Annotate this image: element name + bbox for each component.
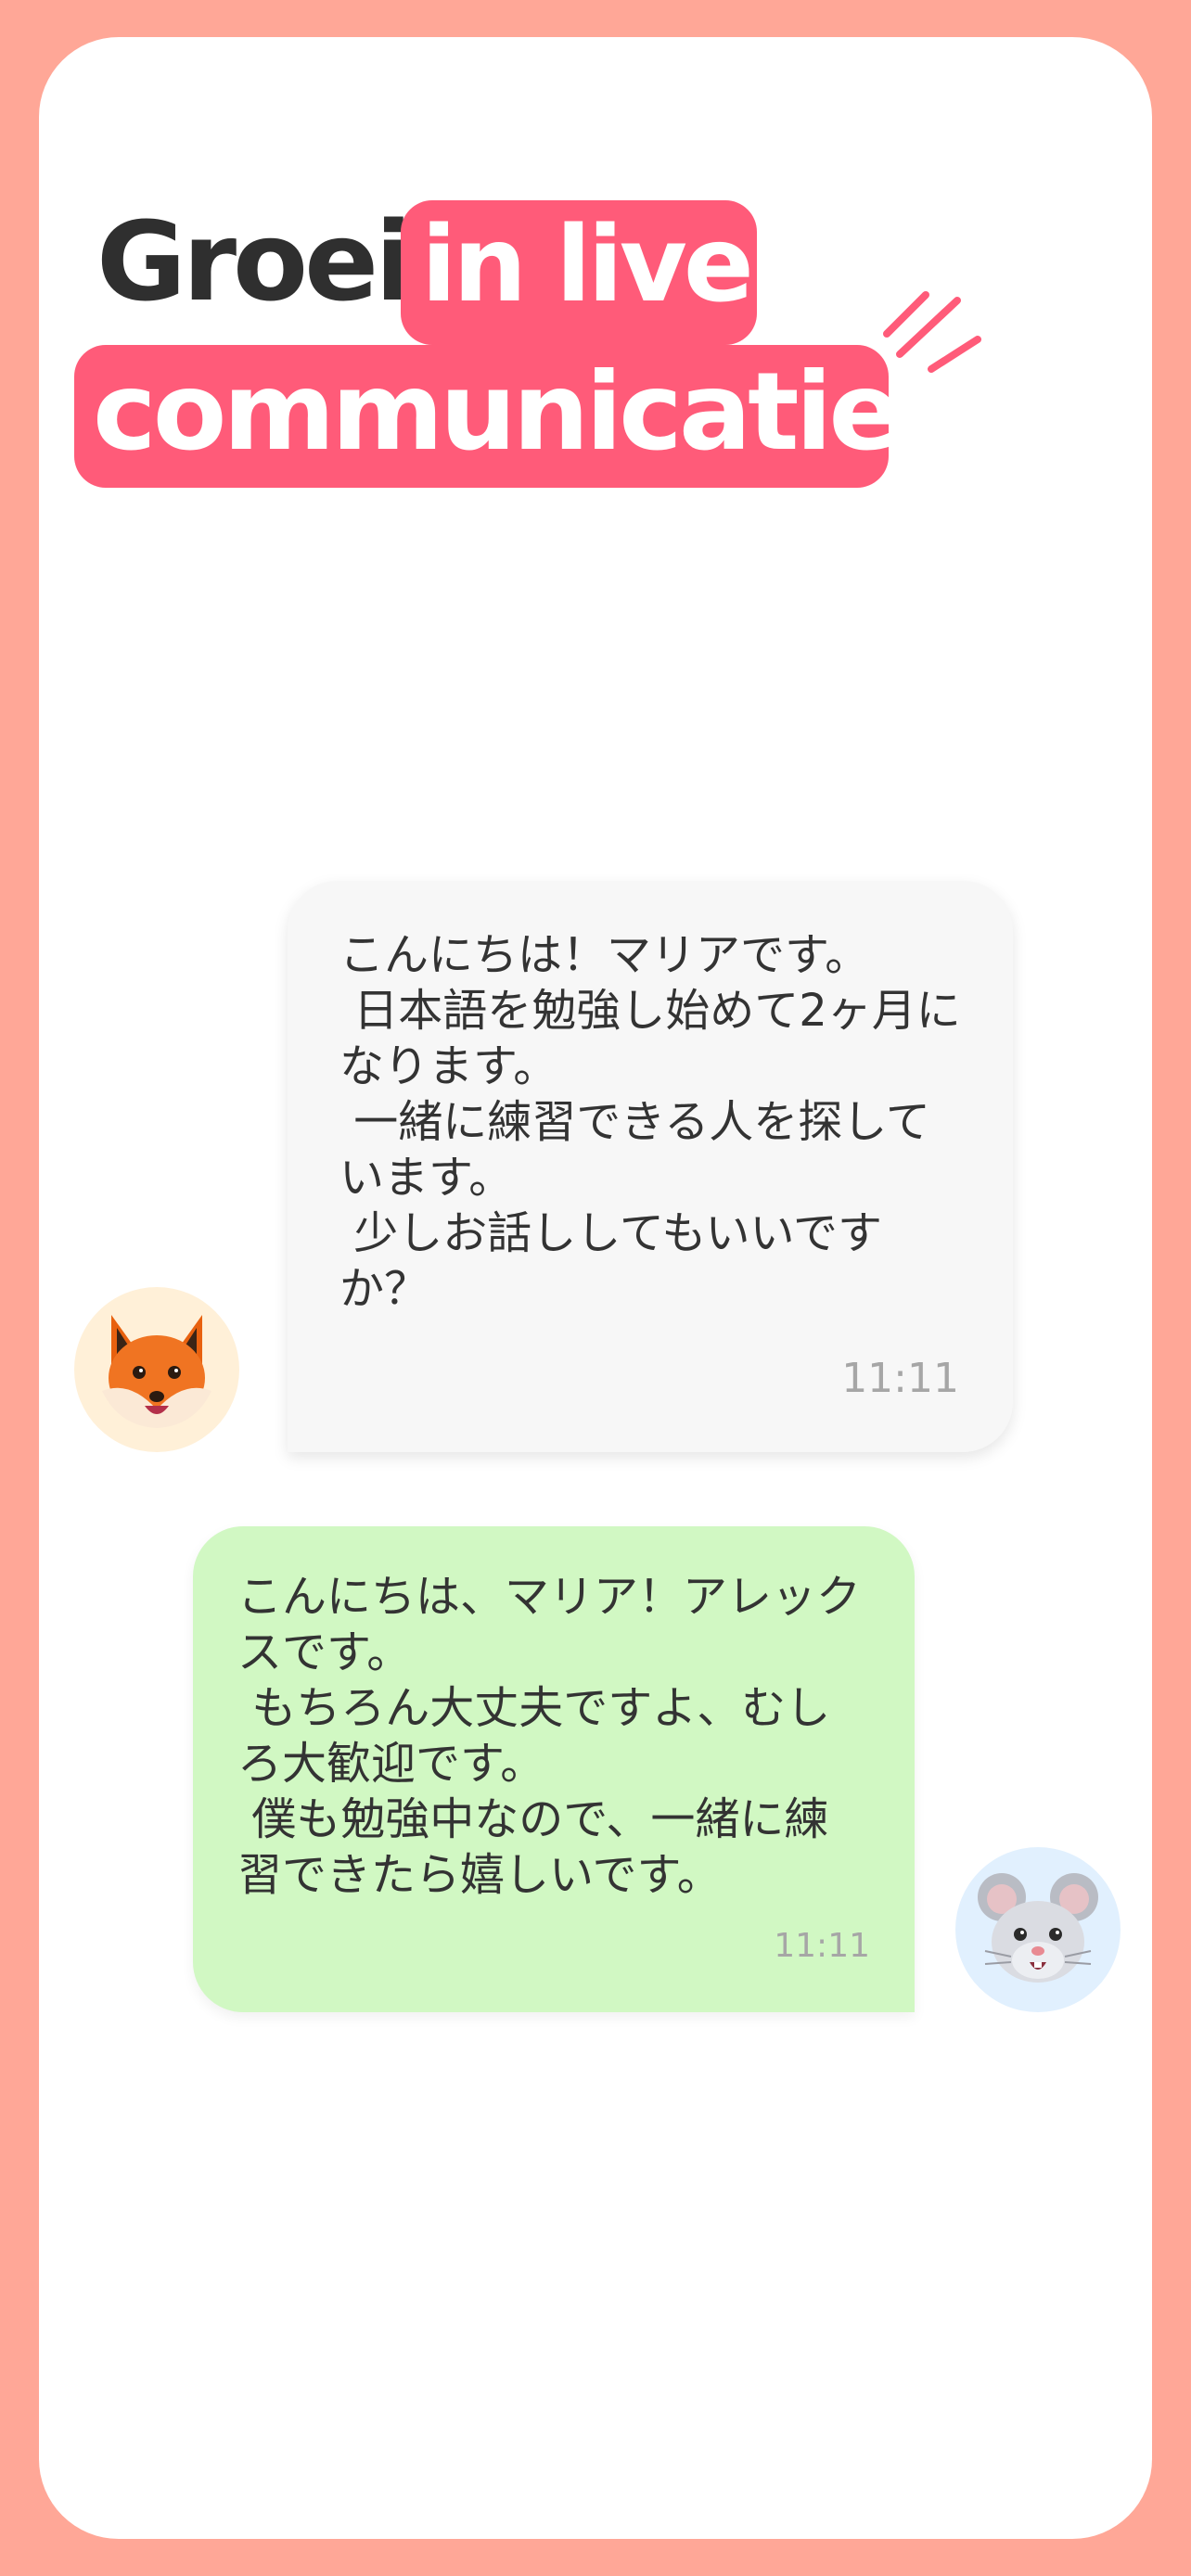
- mouse-face-icon: [978, 1873, 1098, 1983]
- headline-highlight-1: in live: [401, 200, 757, 345]
- message-text: こんにちは！マリアです。 日本語を勉強し始めて2ヶ月になります。 一緒に練習でき…: [339, 929, 961, 1315]
- message-text: こんにちは、マリア！アレックスです。 もちろん大丈夫ですよ、むしろ大歓迎です。 …: [237, 1571, 862, 1901]
- outgoing-message-bubble[interactable]: こんにちは、マリア！アレックスです。 もちろん大丈夫ですよ、むしろ大歓迎です。 …: [193, 1526, 915, 2012]
- fox-face-icon: [102, 1315, 211, 1428]
- headline-highlight-2: communicatie: [74, 345, 902, 488]
- promo-card: Groei in live communicatie こんにちは！マリアです。 …: [39, 37, 1152, 2539]
- headline-plain-text: Groei: [96, 198, 413, 325]
- mouse-avatar-icon[interactable]: [955, 1847, 1121, 2012]
- fox-avatar-icon[interactable]: [74, 1287, 239, 1452]
- message-time: 11:11: [774, 1927, 870, 1965]
- sparkle-lines-icon: [883, 291, 981, 373]
- message-time: 11:11: [841, 1355, 959, 1402]
- headline: Groei in live communicatie: [39, 37, 1152, 519]
- incoming-message-bubble[interactable]: こんにちは！マリアです。 日本語を勉強し始めて2ヶ月になります。 一緒に練習でき…: [288, 881, 1013, 1452]
